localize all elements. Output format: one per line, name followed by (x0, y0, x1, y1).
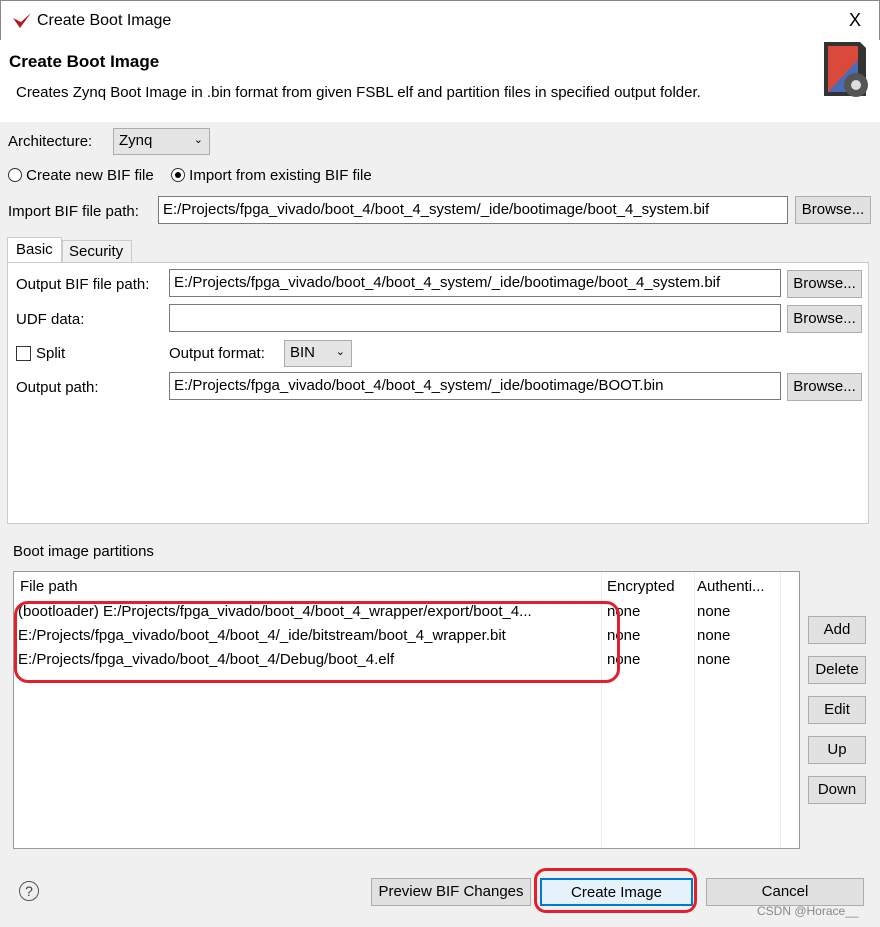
import-bif-label: Import from existing BIF file (189, 167, 372, 184)
annotation-highlight-create (534, 868, 697, 913)
column-divider (694, 572, 695, 848)
annotation-highlight-partitions (14, 601, 620, 683)
dialog-header: Create Boot Image Creates Zynq Boot Imag… (0, 40, 880, 122)
vitis-logo-icon (13, 13, 31, 28)
close-icon[interactable]: X (849, 10, 861, 31)
cancel-button[interactable]: Cancel (706, 878, 864, 906)
udf-browse-button[interactable]: Browse... (787, 305, 862, 333)
column-header-authentication[interactable]: Authenti... (697, 578, 765, 595)
tab-basic[interactable]: Basic (7, 237, 62, 263)
page-title: Create Boot Image (9, 52, 160, 71)
window-title: Create Boot Image (37, 12, 172, 29)
create-new-bif-radio[interactable]: Create new BIF file (8, 167, 154, 184)
delete-button[interactable]: Delete (808, 656, 866, 684)
watermark: CSDN @Horace__ (757, 904, 859, 918)
column-header-encrypted[interactable]: Encrypted (607, 578, 675, 595)
output-path-browse-button[interactable]: Browse... (787, 373, 862, 401)
chevron-down-icon: ⌄ (335, 346, 345, 358)
page-description: Creates Zynq Boot Image in .bin format f… (16, 84, 701, 101)
row-auth: none (697, 651, 731, 668)
udf-input[interactable] (169, 304, 781, 332)
import-bif-radio[interactable]: Import from existing BIF file (171, 167, 372, 184)
row-auth: none (697, 603, 731, 620)
output-path-label: Output path: (16, 379, 99, 396)
tab-security[interactable]: Security (62, 240, 132, 262)
split-label: Split (36, 345, 66, 362)
chevron-down-icon: ⌄ (193, 134, 203, 146)
udf-label: UDF data: (16, 311, 85, 328)
create-new-bif-label: Create new BIF file (26, 167, 154, 184)
sd-card-gear-icon (824, 42, 868, 97)
output-format-value: BIN (290, 344, 316, 361)
edit-button[interactable]: Edit (808, 696, 866, 724)
architecture-value: Zynq (119, 132, 153, 149)
output-bif-browse-button[interactable]: Browse... (787, 270, 862, 298)
up-button[interactable]: Up (808, 736, 866, 764)
help-icon[interactable]: ? (19, 881, 39, 901)
output-bif-label: Output BIF file path: (16, 276, 150, 293)
add-button[interactable]: Add (808, 616, 866, 644)
output-bif-input[interactable]: E:/Projects/fpga_vivado/boot_4/boot_4_sy… (169, 269, 781, 297)
import-bif-input[interactable]: E:/Projects/fpga_vivado/boot_4/boot_4_sy… (158, 196, 788, 224)
import-bif-browse-button[interactable]: Browse... (795, 196, 871, 224)
import-bif-label: Import BIF file path: (8, 203, 139, 220)
architecture-select[interactable]: Zynq ⌄ (113, 128, 210, 155)
column-header-file-path[interactable]: File path (20, 578, 78, 595)
radio-icon (8, 168, 22, 182)
down-button[interactable]: Down (808, 776, 866, 804)
architecture-label: Architecture: (8, 133, 93, 150)
output-format-label: Output format: (169, 345, 265, 362)
partitions-label: Boot image partitions (13, 543, 154, 560)
radio-selected-icon (171, 168, 185, 182)
column-divider (780, 572, 781, 848)
preview-bif-button[interactable]: Preview BIF Changes (371, 878, 531, 906)
title-bar: Create Boot Image X (0, 0, 880, 40)
output-path-input[interactable]: E:/Projects/fpga_vivado/boot_4/boot_4_sy… (169, 372, 781, 400)
split-checkbox[interactable] (16, 346, 31, 361)
output-format-select[interactable]: BIN ⌄ (284, 340, 352, 367)
row-auth: none (697, 627, 731, 644)
